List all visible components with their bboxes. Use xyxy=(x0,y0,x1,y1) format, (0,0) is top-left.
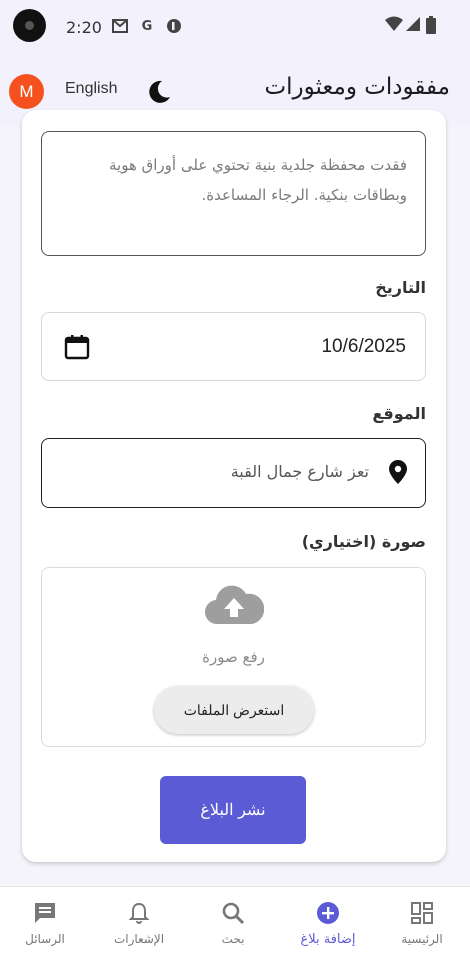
nav-label-messages: الرسائل xyxy=(25,932,65,946)
gmail-icon xyxy=(112,18,128,34)
location-label: الموقع xyxy=(372,404,426,423)
app-icon xyxy=(166,18,182,34)
bell-icon xyxy=(127,900,151,926)
nav-item-add-report[interactable]: إضافة بلاغ xyxy=(283,887,373,955)
location-value: تعز شارع جمال القبة xyxy=(230,462,369,481)
image-label: صورة (اختياري) xyxy=(301,532,426,551)
nav-label-notifications: الإشعارات xyxy=(113,932,165,946)
add-circle-icon xyxy=(316,900,340,926)
camera-cutout xyxy=(13,9,46,42)
google-icon: G xyxy=(141,18,153,34)
nav-label-search: بحث xyxy=(221,932,245,946)
date-value: 10/6/2025 xyxy=(321,336,406,357)
nav-item-messages[interactable]: الرسائل xyxy=(0,887,90,955)
wifi-icon xyxy=(385,16,403,36)
battery-icon xyxy=(426,16,436,38)
date-field[interactable]: 10/6/2025 xyxy=(41,312,426,381)
image-upload-area[interactable]: رفع صورة استعرض الملفات xyxy=(41,567,426,747)
bottom-navigation: الرئيسية إضافة بلاغ بحث الإشعارات الرسائ… xyxy=(0,886,470,955)
status-time: 2:20 xyxy=(66,18,102,37)
description-textarea[interactable]: فقدت محفظة جلدية بنية تحتوي على أوراق هو… xyxy=(41,131,426,256)
cloud-upload-icon xyxy=(204,584,265,630)
nav-label-home: الرئيسية xyxy=(401,932,443,946)
nav-label-add-report: إضافة بلاغ xyxy=(300,932,356,947)
signal-icon xyxy=(405,16,420,36)
nav-item-home[interactable]: الرئيسية xyxy=(377,887,467,955)
avatar[interactable]: M xyxy=(9,74,44,109)
search-icon xyxy=(221,900,245,926)
date-label: التاريخ xyxy=(375,278,426,297)
location-field[interactable]: تعز شارع جمال القبة xyxy=(41,438,426,508)
location-pin-icon xyxy=(389,460,407,488)
upload-image-text: رفع صورة xyxy=(202,648,265,666)
calendar-icon[interactable] xyxy=(63,333,91,365)
app-title: مفقودات ومعثورات xyxy=(264,74,450,100)
dashboard-icon xyxy=(410,900,434,926)
chat-icon xyxy=(33,900,57,926)
browse-files-button[interactable]: استعرض الملفات xyxy=(154,686,314,734)
publish-report-button[interactable]: نشر البلاغ xyxy=(160,776,306,844)
language-toggle-button[interactable]: English xyxy=(65,80,117,98)
nav-item-notifications[interactable]: الإشعارات xyxy=(94,887,184,955)
moon-icon[interactable] xyxy=(146,79,172,109)
nav-item-search[interactable]: بحث xyxy=(188,887,278,955)
status-bar: 2:20 G xyxy=(0,0,470,58)
